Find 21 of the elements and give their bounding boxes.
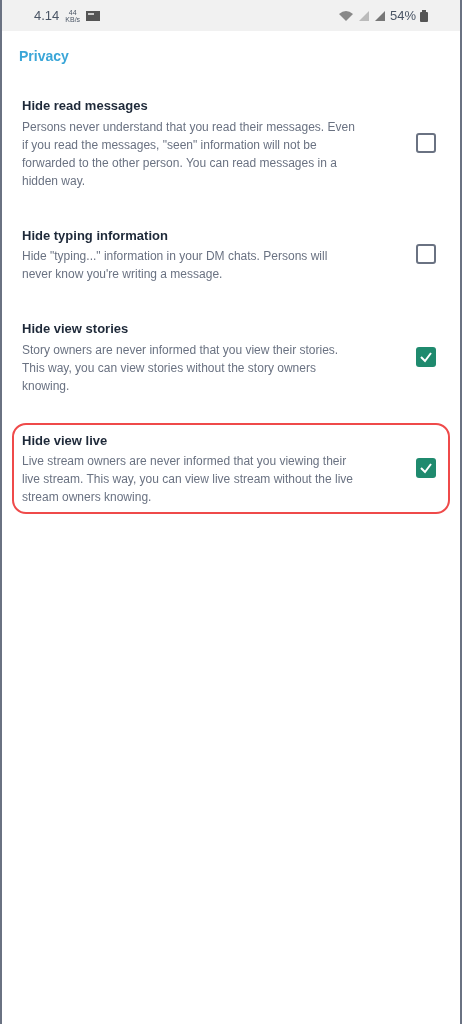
checkbox[interactable] [416,458,436,479]
battery-icon [420,9,428,22]
setting-description: Live stream owners are never informed that you viewing their live stream. This way, you can view live stream without the live stream owners knowing. [22,453,354,506]
wifi-icon [337,9,354,22]
signal-icon [373,9,386,22]
setting-description: Story owners are never informed that you view their stories. This way, you can view stories without the story owners knowing. [22,341,340,395]
setting-description: Persons never understand that you read their messages. Even if you read the messages, "seen" information will not be forwarded to the other person. You can read messages in a hidden way. [22,118,356,190]
setting-title: Hide view stories [22,320,130,338]
checkbox[interactable] [416,244,436,265]
signal-icon [357,9,370,22]
setting-description: Hide "typing..." information in your DM chats. Persons will never know you're writing a message. [22,248,329,283]
setting-title: Hide read messages [22,97,149,115]
setting-title: Hide view live [22,431,109,450]
clock-time: 4.14 [34,6,60,25]
image-icon [86,10,101,21]
check-icon [419,461,433,476]
section-title: Privacy [19,48,69,64]
checkbox[interactable] [416,132,436,153]
setting-title: Hide typing information [22,226,169,245]
battery-percentage: 54% [389,6,416,25]
checkbox[interactable] [416,346,436,367]
